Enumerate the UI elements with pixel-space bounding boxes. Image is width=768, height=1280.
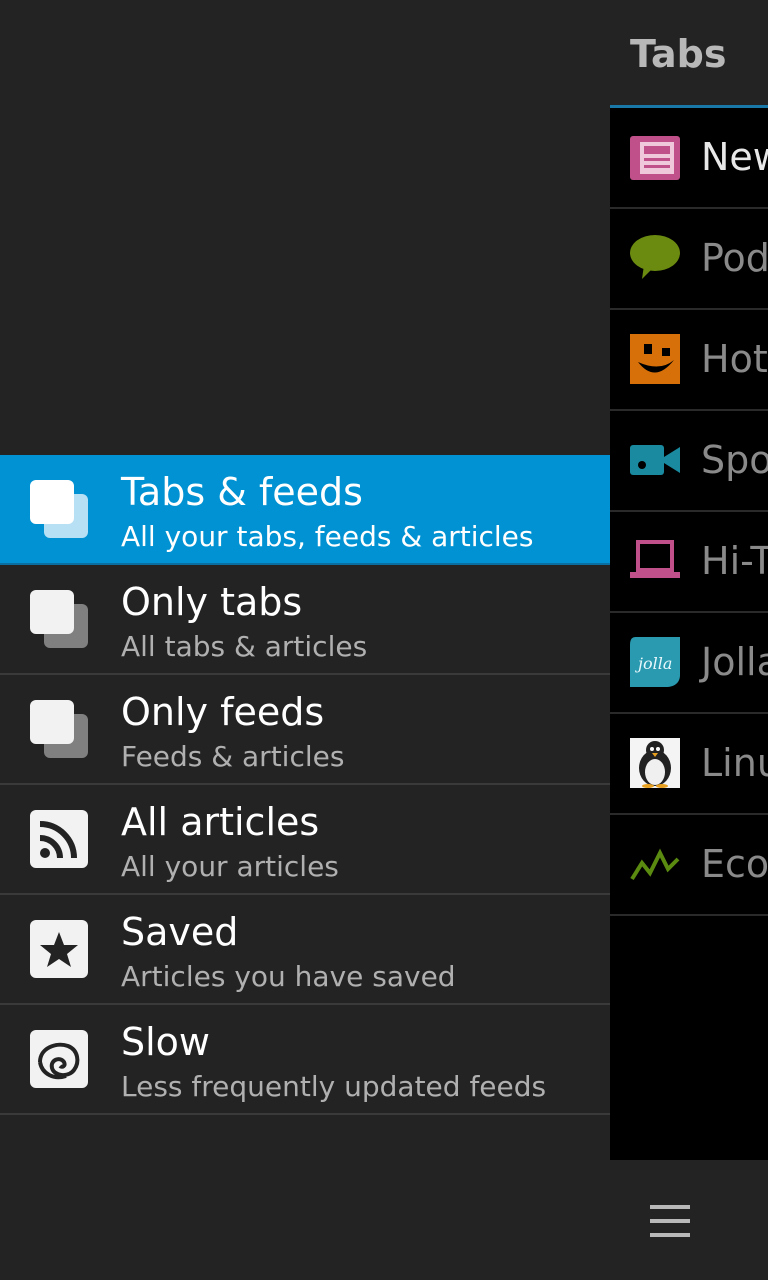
menu-item-title: Only feeds <box>121 690 325 734</box>
menu-item-title: Saved <box>121 910 239 954</box>
tab-item[interactable]: Hot <box>610 310 768 411</box>
menu-item-subtitle: All tabs & articles <box>121 630 368 663</box>
tabs-panel-title: Tabs <box>630 32 727 76</box>
tab-label: Hot <box>701 337 768 381</box>
newspaper-icon <box>630 136 680 180</box>
menu-item-subtitle: Feeds & articles <box>121 740 345 773</box>
rss-icon <box>30 810 88 868</box>
stacked-squares-icon <box>30 480 88 538</box>
menu-item-title: Slow <box>121 1020 211 1064</box>
tab-label: Linu <box>701 741 768 785</box>
nautilus-icon <box>30 1030 88 1088</box>
menu-item-title: Only tabs <box>121 580 303 624</box>
menu-item-subtitle: All your tabs, feeds & articles <box>121 520 534 553</box>
tabs-bottom-bar <box>610 1160 768 1280</box>
menu-item-title: Tabs & feeds <box>121 470 363 514</box>
star-icon <box>30 920 88 978</box>
menu-item-tabs-and-feeds[interactable]: Tabs & feeds All your tabs, feeds & arti… <box>0 455 610 565</box>
jolla-icon: jolla <box>630 637 680 687</box>
tab-item[interactable]: Eco <box>610 815 768 916</box>
view-mode-menu: Tabs & feeds All your tabs, feeds & arti… <box>0 455 610 1115</box>
tab-item[interactable]: New <box>610 108 768 209</box>
app-root: Tabs & feeds All your tabs, feeds & arti… <box>0 0 768 1280</box>
menu-item-slow[interactable]: Slow Less frequently updated feeds <box>0 1005 610 1115</box>
tab-label: Eco <box>701 842 768 886</box>
tab-label: New <box>701 135 768 179</box>
menu-item-saved[interactable]: Saved Articles you have saved <box>0 895 610 1005</box>
tabs-panel: Tabs New Pod <box>610 0 768 1280</box>
menu-item-all-articles[interactable]: All articles All your articles <box>0 785 610 895</box>
tab-item[interactable]: Hi-T <box>610 512 768 613</box>
tabs-list: New Pod Hot <box>610 105 768 1160</box>
tab-item[interactable]: Spo <box>610 411 768 512</box>
tab-item[interactable]: jolla Jolla <box>610 613 768 714</box>
menu-item-subtitle: Articles you have saved <box>121 960 456 993</box>
stacked-squares-icon <box>30 700 88 758</box>
smiley-icon <box>630 334 680 384</box>
hamburger-icon[interactable] <box>650 1205 690 1239</box>
speech-bubble-icon <box>630 235 680 279</box>
menu-item-title: All articles <box>121 800 320 844</box>
penguin-icon <box>630 738 680 788</box>
menu-item-subtitle: All your articles <box>121 850 339 883</box>
tab-label: Hi-T <box>701 539 768 583</box>
video-camera-icon <box>630 445 680 475</box>
stacked-squares-icon <box>30 590 88 648</box>
chart-line-icon <box>630 848 680 881</box>
laptop-icon <box>630 540 680 578</box>
menu-item-only-tabs[interactable]: Only tabs All tabs & articles <box>0 565 610 675</box>
tab-item[interactable]: Pod <box>610 209 768 310</box>
tab-label: Spo <box>701 438 768 482</box>
menu-item-only-feeds[interactable]: Only feeds Feeds & articles <box>0 675 610 785</box>
tab-label: Jolla <box>701 640 768 684</box>
svg-text:jolla: jolla <box>635 654 672 673</box>
tab-item[interactable]: Linu <box>610 714 768 815</box>
tab-label: Pod <box>701 236 768 280</box>
menu-item-subtitle: Less frequently updated feeds <box>121 1070 547 1103</box>
